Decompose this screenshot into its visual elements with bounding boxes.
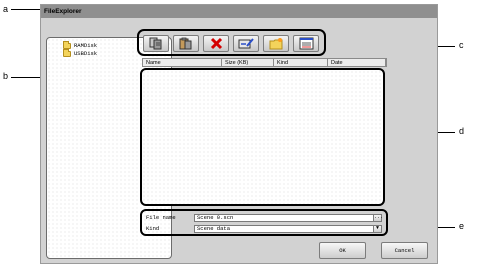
kind-label: Kind <box>146 225 160 232</box>
column-header-name[interactable]: Name <box>143 59 222 66</box>
file-toolbar <box>137 29 326 56</box>
ok-button[interactable]: OK <box>319 242 366 259</box>
rename-icon <box>238 38 254 49</box>
file-name-field[interactable]: Scene 0.scn ... <box>194 214 383 222</box>
callout-b: b <box>3 71 9 81</box>
folder-icon <box>63 49 71 57</box>
paste-icon <box>179 37 192 50</box>
kind-value: Scene data <box>197 225 231 232</box>
delete-icon <box>210 37 222 50</box>
details-icon <box>299 37 313 50</box>
column-header-size[interactable]: Size (KB) <box>222 59 274 66</box>
rename-button[interactable] <box>233 35 259 52</box>
details-view-button[interactable] <box>293 35 319 52</box>
browse-button[interactable]: ... <box>373 214 383 222</box>
tree-item-usbdisk[interactable]: USBDisk <box>63 49 98 58</box>
callout-d: d <box>459 126 465 136</box>
callout-c: c <box>459 40 464 50</box>
callout-e: e <box>459 221 465 231</box>
tree-item-label: USBDisk <box>74 50 98 57</box>
file-name-label: File name <box>146 214 176 221</box>
callout-a-line <box>11 9 41 10</box>
paste-button[interactable] <box>173 35 199 52</box>
cancel-button[interactable]: Cancel <box>381 242 428 259</box>
copy-icon <box>149 37 162 50</box>
new-folder-button[interactable] <box>263 35 289 52</box>
callout-a: a <box>3 4 9 14</box>
column-header-kind[interactable]: Kind <box>274 59 328 66</box>
delete-button[interactable] <box>203 35 229 52</box>
file-list-header: Name Size (KB) Kind Date <box>142 58 387 67</box>
file-properties-panel: File name Scene 0.scn ... Kind Scene dat… <box>140 209 388 236</box>
tree-item-label: RAMDisk <box>74 42 98 49</box>
window-title: FileExplorer <box>41 5 437 18</box>
column-header-date[interactable]: Date <box>328 59 386 66</box>
file-list-area[interactable] <box>140 68 385 206</box>
copy-button[interactable] <box>143 35 169 52</box>
new-folder-icon <box>269 38 282 50</box>
file-name-value: Scene 0.scn <box>197 214 234 221</box>
kind-select[interactable]: Scene data ▼ <box>194 225 382 233</box>
chevron-down-icon[interactable]: ▼ <box>373 225 382 233</box>
